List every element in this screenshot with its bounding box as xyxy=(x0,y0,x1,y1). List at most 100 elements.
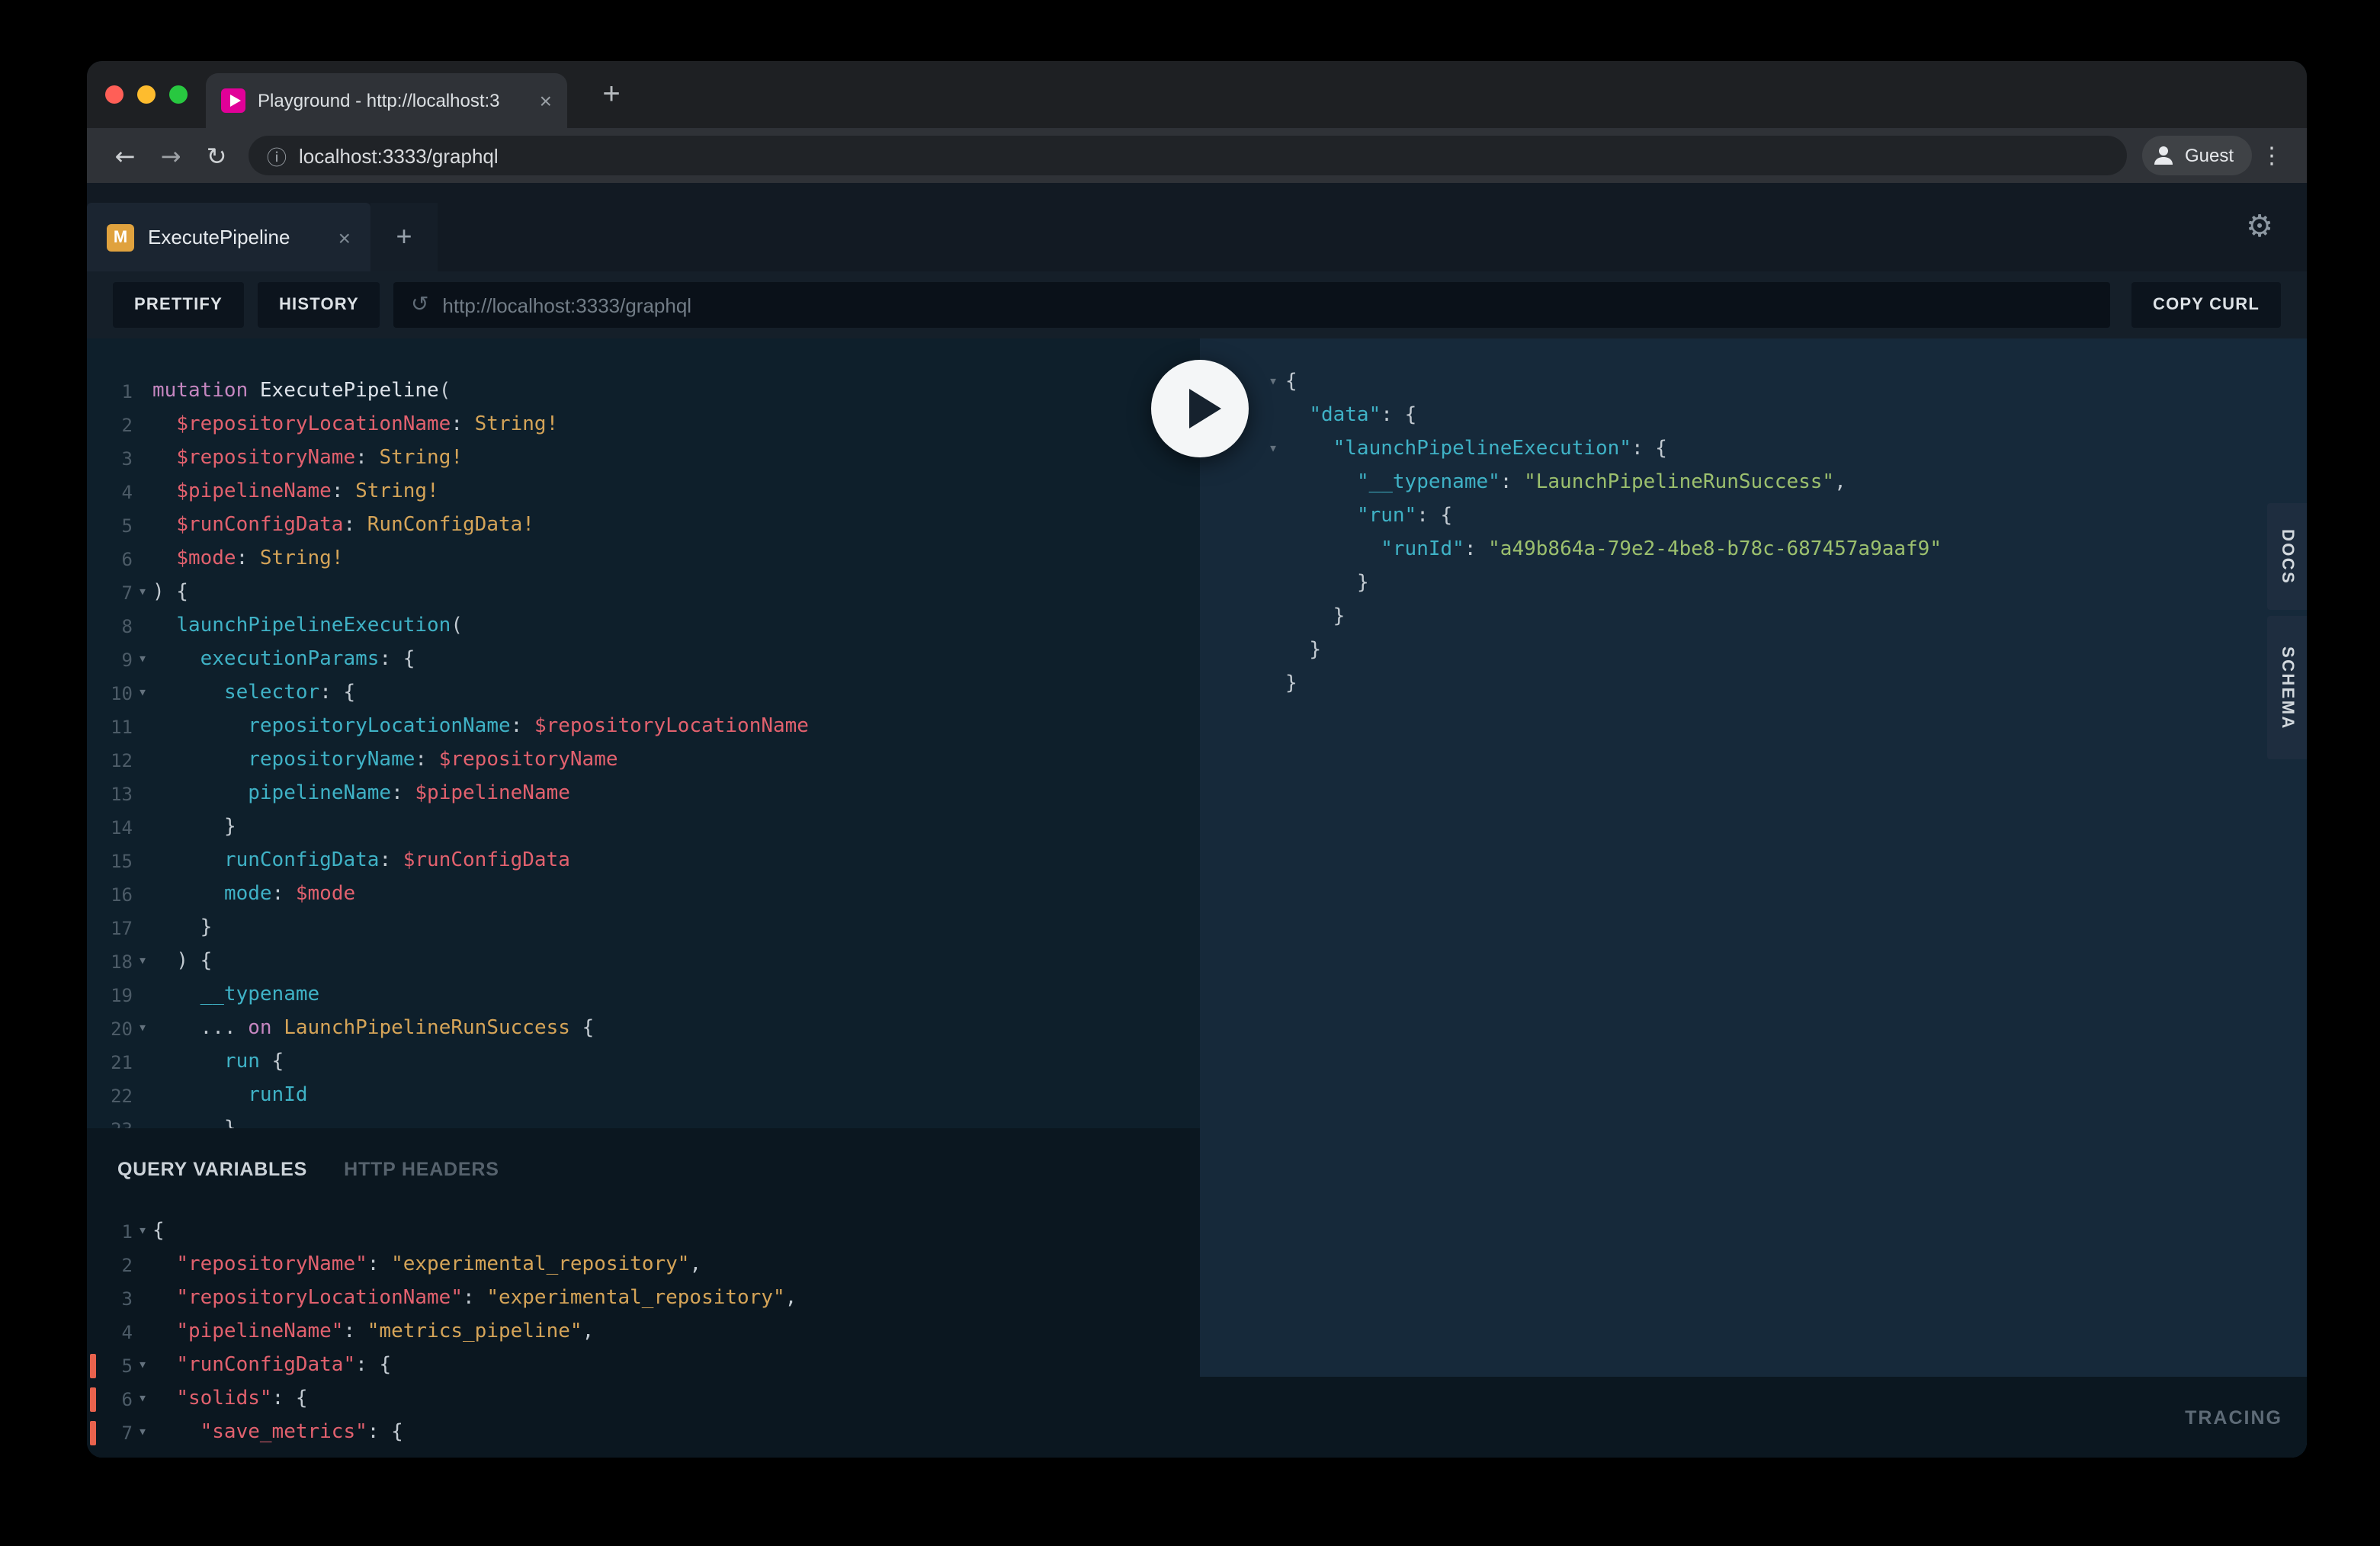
code-text: executionParams: { xyxy=(152,643,415,677)
fold-toggle-icon[interactable]: ▾ xyxy=(133,677,152,710)
code-line: 15 runConfigData: $runConfigData xyxy=(87,845,1200,878)
fold-spacer xyxy=(133,375,152,409)
execute-button[interactable] xyxy=(1151,360,1249,457)
gutter-spacer xyxy=(90,816,96,840)
tracing-label[interactable]: TRACING xyxy=(2185,1406,2282,1428)
gutter-spacer xyxy=(90,1253,96,1278)
playground-tab-executepipeline[interactable]: M ExecutePipeline × xyxy=(87,203,370,271)
code-line: 13 pipelineName: $pipelineName xyxy=(87,778,1200,811)
site-info-icon[interactable]: ⓘ xyxy=(267,141,287,170)
response-panel: ▾{ "data": {▾ "launchPipelineExecution":… xyxy=(1200,338,2307,1458)
gutter-spacer xyxy=(90,1287,96,1311)
code-text: } xyxy=(152,912,212,945)
schema-tab[interactable]: SCHEMA xyxy=(2267,616,2307,759)
fold-spacer xyxy=(133,1282,152,1316)
docs-tab[interactable]: DOCS xyxy=(2267,503,2307,610)
fold-toggle-icon[interactable]: ▾ xyxy=(133,576,152,610)
code-text: $runConfigData: RunConfigData! xyxy=(152,509,534,543)
playground-tab-close-icon[interactable]: × xyxy=(338,225,351,249)
query-variables-tab[interactable]: QUERY VARIABLES xyxy=(117,1159,307,1180)
fold-spacer xyxy=(133,409,152,442)
fold-spacer xyxy=(133,744,152,778)
gutter-spacer xyxy=(90,1320,96,1345)
fold-spacer xyxy=(133,811,152,845)
fold-toggle-icon[interactable]: ▾ xyxy=(1261,366,1285,399)
fold-toggle-icon[interactable]: ▾ xyxy=(133,1215,152,1249)
gutter-spacer xyxy=(90,1118,96,1128)
fold-toggle-icon[interactable]: ▾ xyxy=(133,1012,152,1046)
code-line: "__typename": "LaunchPipelineRunSuccess"… xyxy=(1261,467,2307,500)
address-bar[interactable]: ⓘ localhost:3333/graphql xyxy=(249,136,2127,175)
fold-spacer xyxy=(133,1046,152,1079)
browser-window: Playground - http://localhost:3 × + ← → … xyxy=(87,61,2307,1458)
fold-spacer xyxy=(1261,601,1285,634)
mutation-icon: M xyxy=(107,223,134,251)
code-text: } xyxy=(1285,601,1345,634)
code-text: "save_metrics": { xyxy=(152,1416,403,1450)
tab-close-icon[interactable]: × xyxy=(540,88,552,113)
fold-toggle-icon[interactable]: ▾ xyxy=(133,1416,152,1450)
code-text: runId xyxy=(152,1079,308,1113)
fold-spacer xyxy=(133,710,152,744)
fold-toggle-icon[interactable]: ▾ xyxy=(133,1349,152,1383)
code-line: 1mutation ExecutePipeline( xyxy=(87,375,1200,409)
code-text: } xyxy=(1285,668,1297,701)
maximize-window-button[interactable] xyxy=(169,85,188,104)
fold-toggle-icon[interactable]: ▾ xyxy=(133,1383,152,1416)
endpoint-input[interactable]: ↺ http://localhost:3333/graphql xyxy=(394,282,2110,328)
back-icon[interactable]: ← xyxy=(102,141,148,170)
reload-icon[interactable]: ↻ xyxy=(194,141,239,170)
gutter-spacer xyxy=(90,547,96,572)
gutter-spacer xyxy=(90,715,96,739)
new-tab-button[interactable]: + xyxy=(593,76,630,113)
code-text: __typename xyxy=(152,979,319,1012)
fold-spacer xyxy=(1261,567,1285,601)
close-window-button[interactable] xyxy=(105,85,123,104)
code-line: 9▾ executionParams: { xyxy=(87,643,1200,677)
http-headers-tab[interactable]: HTTP HEADERS xyxy=(344,1159,499,1180)
playground-favicon-icon xyxy=(221,88,245,113)
copy-curl-button[interactable]: COPY CURL xyxy=(2131,282,2281,328)
code-text: selector: { xyxy=(152,677,355,710)
fold-toggle-icon[interactable]: ▾ xyxy=(133,945,152,979)
gutter-spacer xyxy=(90,581,96,605)
settings-gear-icon[interactable]: ⚙ xyxy=(2246,207,2273,244)
refresh-schema-icon[interactable]: ↺ xyxy=(411,293,428,317)
browser-tab[interactable]: Playground - http://localhost:3 × xyxy=(206,73,567,128)
url-text: localhost:3333/graphql xyxy=(299,144,499,167)
code-text: $mode: String! xyxy=(152,543,344,576)
code-line: } xyxy=(1261,567,2307,601)
code-line: 21 run { xyxy=(87,1046,1200,1079)
fold-spacer xyxy=(133,1249,152,1282)
code-line: 11 repositoryLocationName: $repositoryLo… xyxy=(87,710,1200,744)
window-controls xyxy=(105,85,188,104)
code-line: 5▾ "runConfigData": { xyxy=(87,1349,1200,1383)
fold-toggle-icon[interactable]: ▾ xyxy=(1261,433,1285,467)
gutter-spacer xyxy=(90,849,96,874)
code-line: "data": { xyxy=(1261,399,2307,433)
fold-toggle-icon[interactable]: ▾ xyxy=(133,643,152,677)
play-icon xyxy=(1189,389,1221,428)
code-line: 7▾ "save_metrics": { xyxy=(87,1416,1200,1450)
code-text: pipelineName: $pipelineName xyxy=(152,778,570,811)
gutter-spacer xyxy=(90,682,96,706)
code-line: 7▾) { xyxy=(87,576,1200,610)
forward-icon[interactable]: → xyxy=(148,141,194,170)
playground-new-tab-button[interactable]: + xyxy=(370,203,438,271)
playground-tab-title: ExecutePipeline xyxy=(148,226,290,249)
gutter-spacer xyxy=(90,480,96,505)
browser-menu-icon[interactable]: ⋮ xyxy=(2252,142,2292,169)
code-text: { xyxy=(1285,366,1297,399)
prettify-button[interactable]: PRETTIFY xyxy=(113,282,244,328)
code-text: } xyxy=(1285,567,1369,601)
profile-button[interactable]: Guest xyxy=(2142,136,2252,175)
code-line: "run": { xyxy=(1261,500,2307,534)
playground-toolbar: PRETTIFY HISTORY ↺ http://localhost:3333… xyxy=(87,271,2307,338)
query-editor[interactable]: 1mutation ExecutePipeline(2 $repositoryL… xyxy=(87,338,1200,1128)
playground-main: 1mutation ExecutePipeline(2 $repositoryL… xyxy=(87,338,2307,1458)
variables-editor[interactable]: 1▾{2 "repositoryName": "experimental_rep… xyxy=(87,1195,1200,1450)
history-button[interactable]: HISTORY xyxy=(258,282,380,328)
code-line: 10▾ selector: { xyxy=(87,677,1200,710)
fold-spacer xyxy=(1261,467,1285,500)
minimize-window-button[interactable] xyxy=(137,85,156,104)
